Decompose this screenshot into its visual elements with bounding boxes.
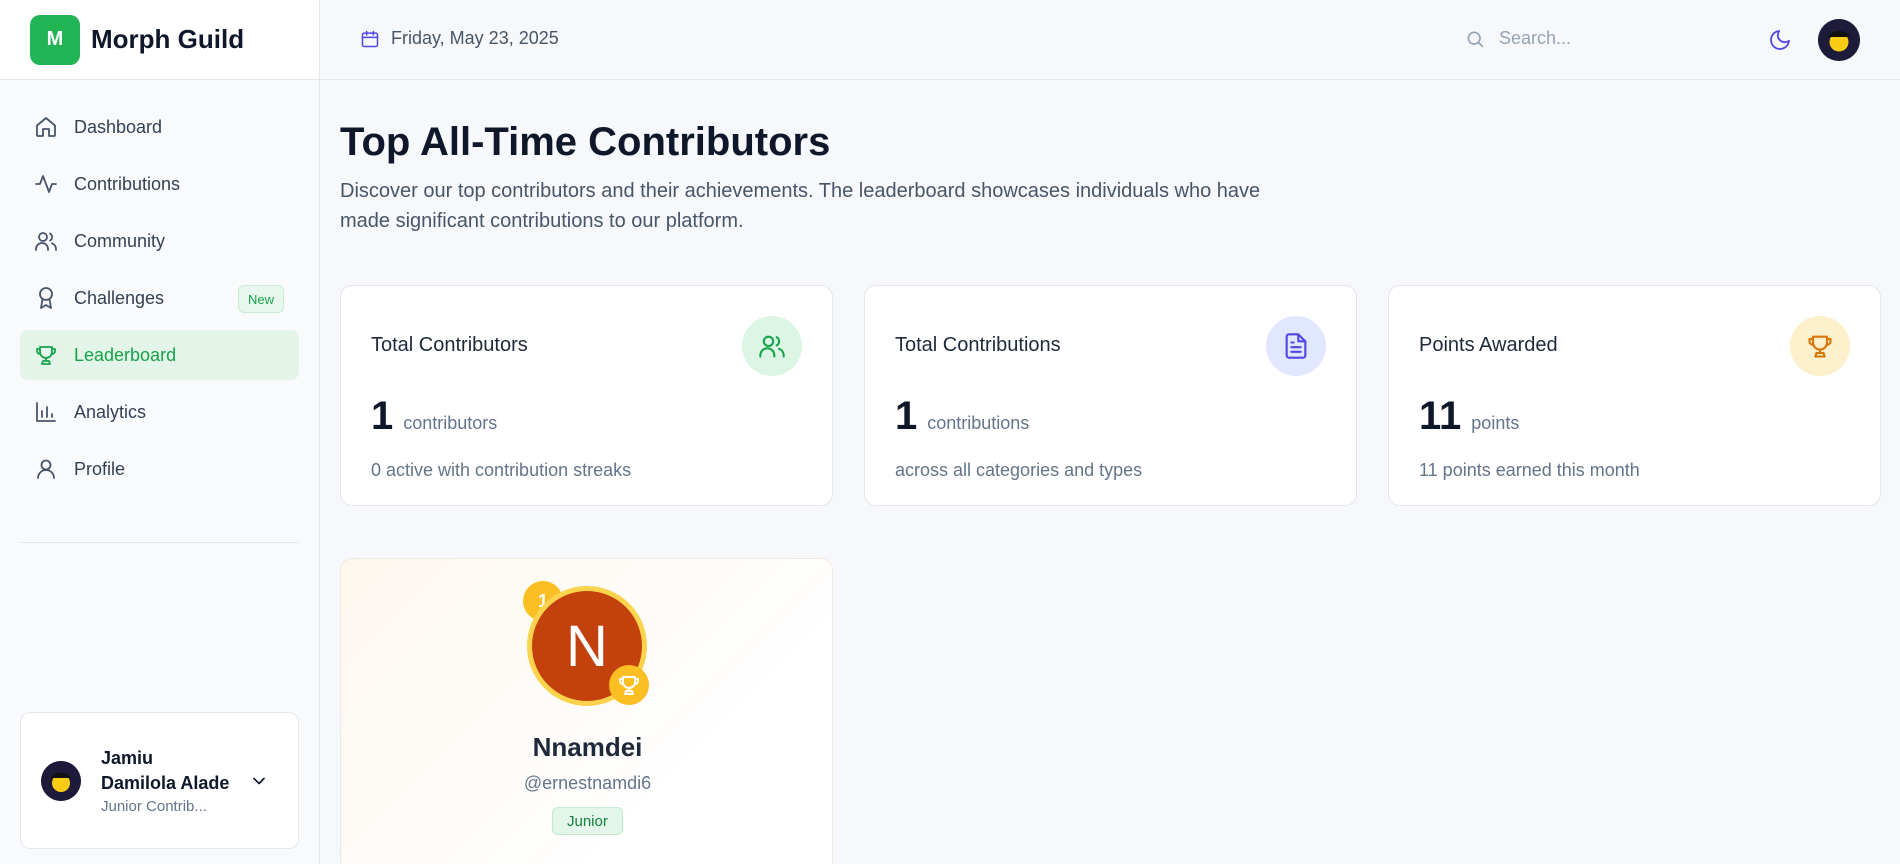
sidebar-item-dashboard[interactable]: Dashboard [20, 102, 299, 152]
brand[interactable]: M Morph Guild [0, 0, 319, 80]
stat-card-total-contributions: Total Contributions 1 contributions acro… [864, 285, 1357, 506]
stat-subtext: 0 active with contribution streaks [371, 460, 632, 480]
current-date: Friday, May 23, 2025 [360, 28, 559, 49]
trophy-icon [609, 665, 649, 705]
sidebar-item-profile[interactable]: Profile [20, 444, 299, 494]
page-title: Top All-Time Contributors [340, 120, 831, 164]
sidebar-item-label: Contributions [74, 173, 181, 194]
chevron-down-icon[interactable] [249, 771, 269, 791]
top-bar: Friday, May 23, 2025 [320, 0, 1900, 80]
sidebar-item-label: Challenges [74, 287, 165, 308]
date-text: Friday, May 23, 2025 [391, 28, 559, 48]
sidebar-item-community[interactable]: Community [20, 216, 299, 266]
sidebar-item-contributions[interactable]: Contributions [20, 159, 299, 209]
brand-name: Morph Guild [91, 24, 245, 54]
sidebar-item-label: Dashboard [74, 116, 163, 137]
sidebar-item-label: Leaderboard [74, 344, 177, 365]
stat-subtext: across all categories and types [895, 460, 1143, 480]
page-description: Discover our top contributors and their … [340, 180, 1261, 232]
search-input[interactable] [1499, 28, 1699, 49]
file-text-icon [1266, 316, 1326, 376]
sidebar-nav: Dashboard Contributions Community Challe… [0, 80, 319, 494]
leaderboard-card[interactable]: 1 N Nnamdei @ernestnamdi6 Junior [340, 558, 833, 864]
calendar-icon [361, 30, 379, 47]
bar-chart-icon [34, 400, 58, 424]
brand-logo: M [30, 14, 80, 65]
sidebar: M Morph Guild Dashboard Contributions Co… [0, 0, 320, 864]
trophy-icon [34, 343, 58, 367]
users-icon [742, 316, 802, 376]
search-box [1465, 28, 1699, 49]
contributor-name: Nnamdei [532, 732, 643, 762]
sidebar-item-label: Profile [74, 458, 126, 479]
sidebar-item-leaderboard[interactable]: Leaderboard [20, 330, 299, 380]
stat-title: Total Contributors [371, 334, 528, 356]
trophy-icon [1790, 316, 1850, 376]
stat-unit: contributors [403, 413, 498, 433]
sidebar-item-label: Community [74, 230, 166, 251]
sidebar-divider [20, 542, 298, 543]
stat-subtext: 11 points earned this month [1419, 460, 1640, 480]
stat-value: 1 [371, 394, 394, 438]
contributor-handle: @ernestnamdi6 [523, 773, 652, 793]
level-badge: Junior [552, 807, 623, 835]
stat-card-total-contributors: Total Contributors 1 contributors 0 acti… [340, 285, 833, 506]
home-icon [34, 115, 58, 139]
sidebar-item-challenges[interactable]: Challenges New [20, 273, 299, 323]
stat-unit: contributions [927, 413, 1030, 433]
stat-unit: points [1471, 413, 1520, 433]
users-icon [34, 229, 58, 253]
activity-icon [34, 172, 58, 196]
stat-title: Points Awarded [1419, 334, 1558, 356]
user-name: Jamiu Damilola Alade [101, 748, 230, 793]
user-icon [34, 457, 58, 481]
moon-icon[interactable] [1768, 28, 1792, 52]
user-avatar[interactable] [1818, 19, 1860, 61]
stat-title: Total Contributions [895, 334, 1061, 356]
sidebar-item-label: Analytics [74, 401, 147, 422]
stat-value: 1 [895, 394, 918, 438]
stat-card-points-awarded: Points Awarded 11 points 11 points earne… [1388, 285, 1881, 506]
new-badge: New [237, 285, 284, 313]
search-icon [1467, 31, 1484, 47]
user-role: Junior Contrib... [101, 798, 207, 815]
stat-value: 11 [1419, 394, 1462, 438]
user-menu[interactable]: Jamiu Damilola Alade Junior Contrib... [20, 712, 299, 849]
award-icon [34, 286, 58, 310]
avatar [41, 760, 81, 801]
sidebar-item-analytics[interactable]: Analytics [20, 387, 299, 437]
